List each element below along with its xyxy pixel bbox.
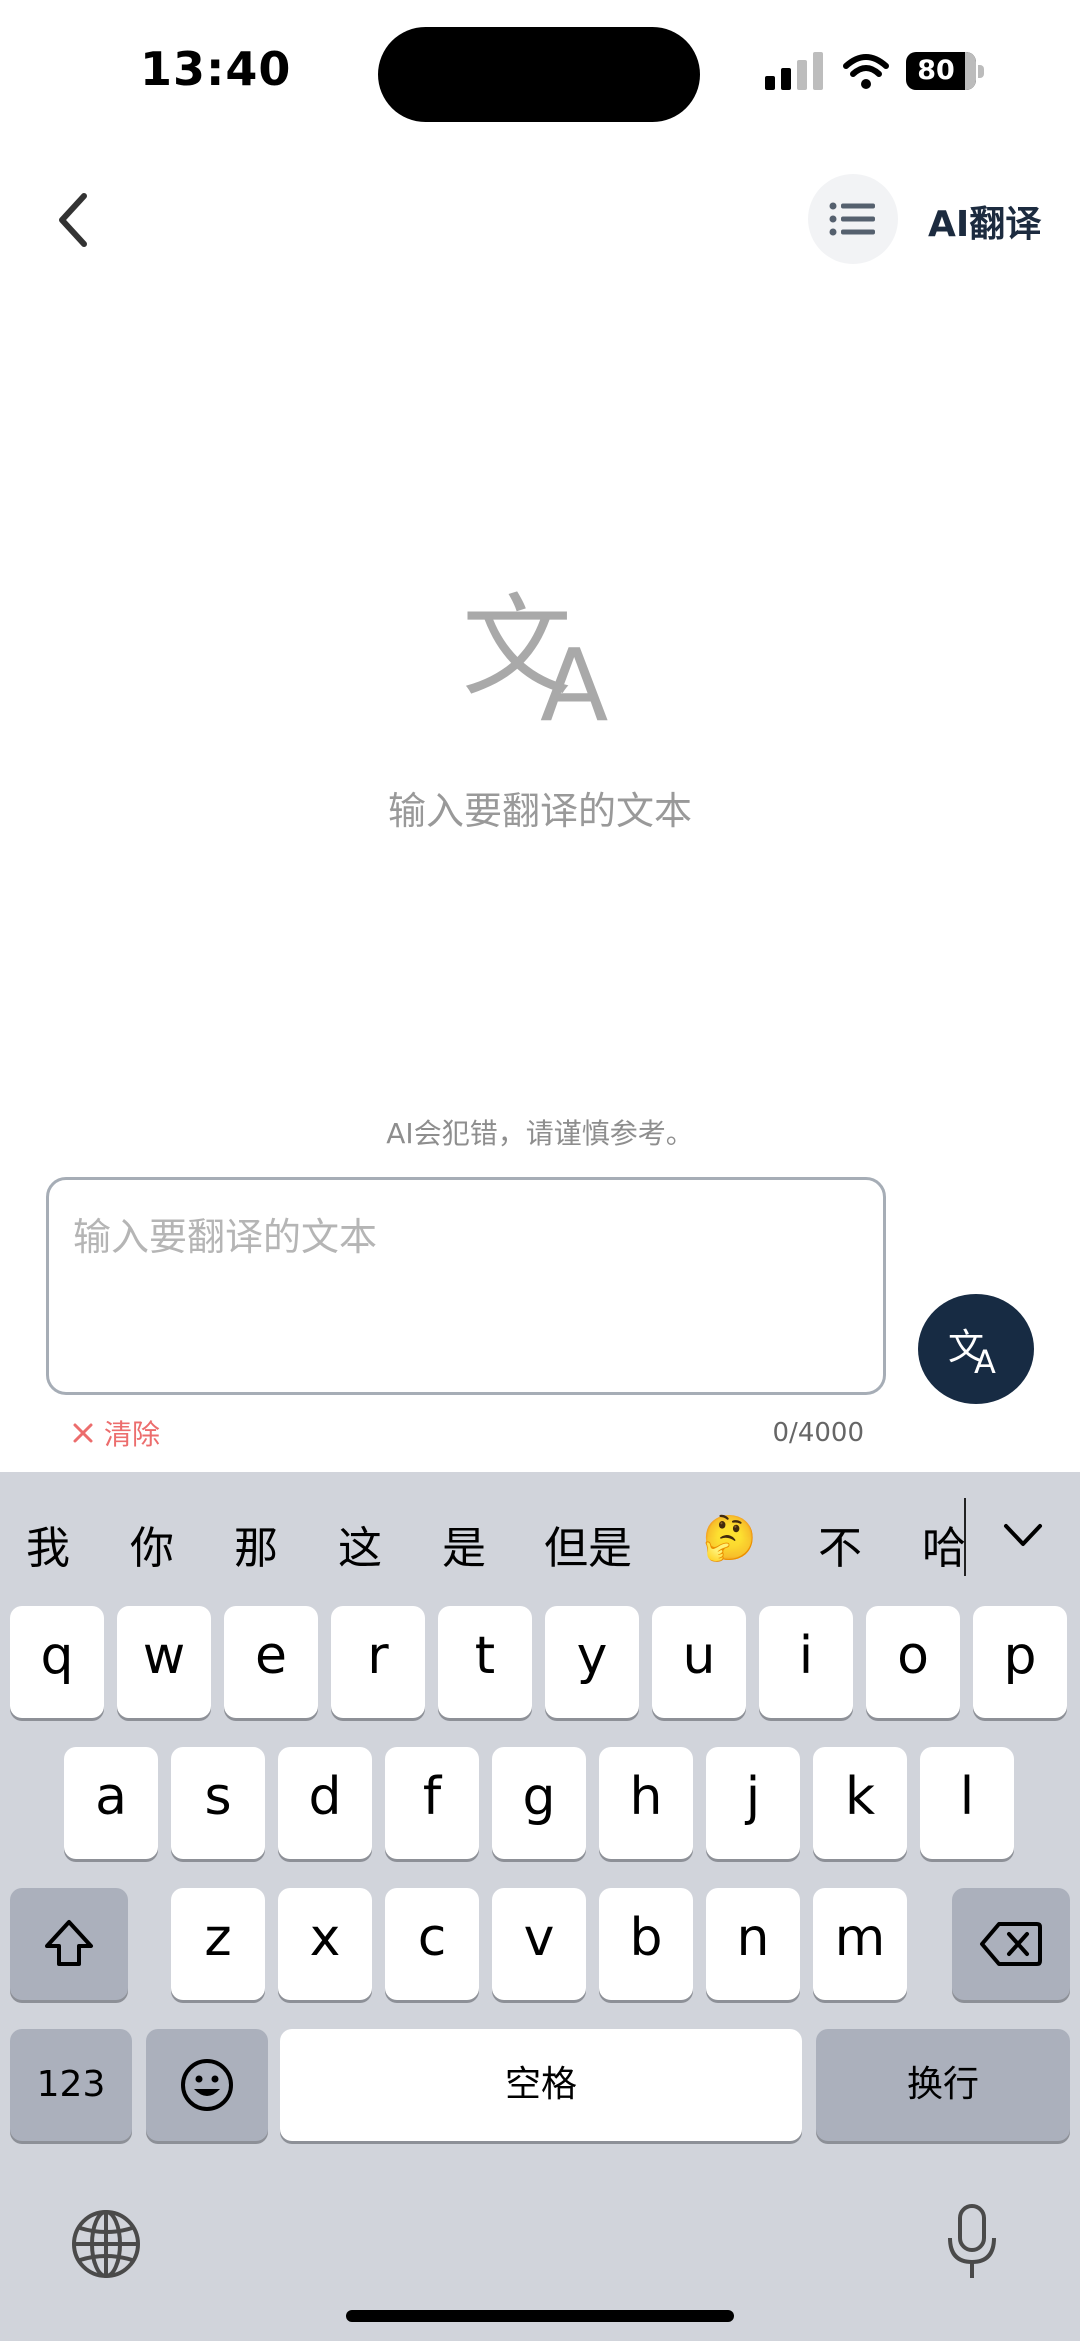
- key-k[interactable]: k: [813, 1747, 907, 1859]
- delete-key[interactable]: [952, 1888, 1070, 2000]
- svg-text:A: A: [540, 627, 608, 730]
- key-w[interactable]: w: [117, 1606, 211, 1718]
- svg-text:A: A: [974, 1343, 996, 1375]
- emoji-icon: [181, 2059, 233, 2111]
- empty-state-hint: 输入要翻译的文本: [387, 789, 692, 833]
- key-h[interactable]: h: [599, 1747, 693, 1859]
- dynamic-island: [378, 27, 700, 122]
- cellular-signal-icon: [765, 52, 823, 90]
- page-title: AI翻译: [928, 204, 1042, 245]
- key-l[interactable]: l: [920, 1747, 1014, 1859]
- translation-input[interactable]: [71, 1204, 865, 1368]
- key-f[interactable]: f: [385, 1747, 479, 1859]
- key-d[interactable]: d: [278, 1747, 372, 1859]
- key-t[interactable]: t: [438, 1606, 532, 1718]
- key-j[interactable]: j: [706, 1747, 800, 1859]
- translate-button[interactable]: 文 A: [918, 1294, 1034, 1404]
- space-key[interactable]: 空格: [280, 2029, 802, 2141]
- candidate-word[interactable]: 但是: [544, 1512, 632, 1576]
- key-m[interactable]: m: [813, 1888, 907, 2000]
- key-z[interactable]: z: [171, 1888, 265, 2000]
- return-key[interactable]: 换行: [816, 2029, 1070, 2141]
- candidate-bar: 我 你 那 这 是 但是 🤔 不 哈: [0, 1472, 1080, 1602]
- key-i[interactable]: i: [759, 1606, 853, 1718]
- shift-key[interactable]: [10, 1888, 128, 2000]
- translate-icon: 文 A: [948, 1327, 996, 1375]
- key-e[interactable]: e: [224, 1606, 318, 1718]
- key-b[interactable]: b: [599, 1888, 693, 2000]
- shift-icon: [45, 1920, 93, 1966]
- key-n[interactable]: n: [706, 1888, 800, 2000]
- chevron-down-icon[interactable]: [998, 1516, 1048, 1556]
- ai-disclaimer: AI会犯错，请谨慎参考。: [386, 1117, 694, 1150]
- key-g[interactable]: g: [492, 1747, 586, 1859]
- key-r[interactable]: r: [331, 1606, 425, 1718]
- status-time: 13:40: [140, 42, 292, 96]
- candidate-divider: [964, 1498, 966, 1576]
- backspace-icon: [980, 1922, 1042, 1966]
- translation-input-box[interactable]: [46, 1177, 886, 1395]
- globe-icon[interactable]: [70, 2208, 142, 2280]
- candidate-word[interactable]: 我: [26, 1512, 70, 1576]
- translate-icon: 文 A: [462, 583, 608, 730]
- close-icon: [73, 1423, 93, 1443]
- numbers-key[interactable]: 123: [10, 2029, 132, 2141]
- candidate-word[interactable]: 是: [442, 1512, 486, 1576]
- key-p[interactable]: p: [973, 1606, 1067, 1718]
- key-x[interactable]: x: [278, 1888, 372, 2000]
- list-icon: [829, 202, 875, 236]
- candidate-emoji[interactable]: 🤔: [702, 1512, 757, 1564]
- key-q[interactable]: q: [10, 1606, 104, 1718]
- emoji-key[interactable]: [146, 2029, 268, 2141]
- key-y[interactable]: y: [545, 1606, 639, 1718]
- key-v[interactable]: v: [492, 1888, 586, 2000]
- clear-label: 清除: [104, 1418, 161, 1451]
- candidate-word[interactable]: 这: [338, 1512, 382, 1576]
- back-button[interactable]: [50, 190, 100, 250]
- candidate-word[interactable]: 那: [234, 1512, 278, 1576]
- key-c[interactable]: c: [385, 1888, 479, 2000]
- battery-level: 80: [917, 55, 955, 86]
- candidate-word[interactable]: 不: [818, 1512, 862, 1576]
- home-indicator: [346, 2310, 734, 2322]
- candidate-word[interactable]: 哈: [922, 1512, 966, 1576]
- key-a[interactable]: a: [64, 1747, 158, 1859]
- key-o[interactable]: o: [866, 1606, 960, 1718]
- wifi-icon: [843, 54, 889, 89]
- key-u[interactable]: u: [652, 1606, 746, 1718]
- keyboard: 我 你 那 这 是 但是 🤔 不 哈 q w e r t y u i o p a…: [0, 1472, 1080, 2341]
- character-counter: 0/4000: [772, 1418, 864, 1448]
- candidate-word[interactable]: 你: [130, 1512, 174, 1576]
- microphone-icon[interactable]: [944, 2202, 1000, 2282]
- history-menu-button[interactable]: [808, 174, 898, 264]
- clear-button[interactable]: 清除: [72, 1413, 160, 1453]
- key-s[interactable]: s: [171, 1747, 265, 1859]
- battery-icon: 80: [906, 52, 984, 92]
